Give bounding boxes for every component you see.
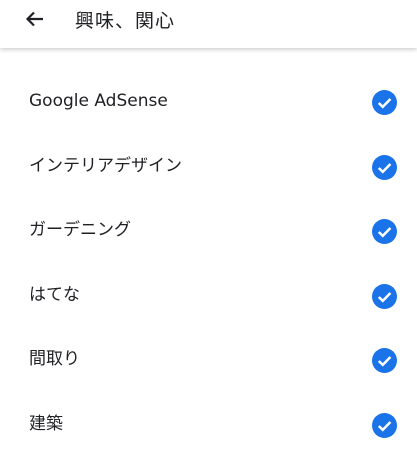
checkmark-circle-icon[interactable] [372, 154, 397, 180]
interest-label: 間取り [29, 349, 80, 369]
interest-label: はてな [29, 284, 80, 305]
interests-screen: 興味、関心 Google AdSense インテリアデザイン ガーデニング はて… [0, 0, 417, 450]
list-item[interactable]: Google AdSense [0, 70, 417, 135]
list-item[interactable]: インテリアデザイン [0, 135, 417, 200]
back-button[interactable] [22, 6, 48, 32]
interest-label: ガーデニング [29, 220, 131, 240]
app-bar: 興味、関心 [0, 0, 417, 48]
interest-list: Google AdSense インテリアデザイン ガーデニング はてな 間取り [0, 70, 417, 450]
list-item[interactable]: 間取り [0, 328, 417, 393]
checkmark-circle-icon[interactable] [372, 90, 397, 115]
interest-label: インテリアデザイン [29, 155, 182, 176]
list-item[interactable]: 建築 [0, 393, 417, 450]
checkmark-circle-icon[interactable] [372, 348, 397, 373]
list-item[interactable]: はてな [0, 264, 417, 329]
arrow-back-icon [25, 9, 45, 29]
page-title: 興味、関心 [75, 10, 176, 32]
checkmark-circle-icon[interactable] [372, 412, 397, 438]
list-item[interactable]: ガーデニング [0, 199, 417, 264]
interest-label: Google AdSense [29, 91, 168, 111]
checkmark-circle-icon[interactable] [372, 219, 397, 244]
interest-label: 建築 [29, 413, 63, 434]
checkmark-circle-icon[interactable] [372, 283, 397, 309]
